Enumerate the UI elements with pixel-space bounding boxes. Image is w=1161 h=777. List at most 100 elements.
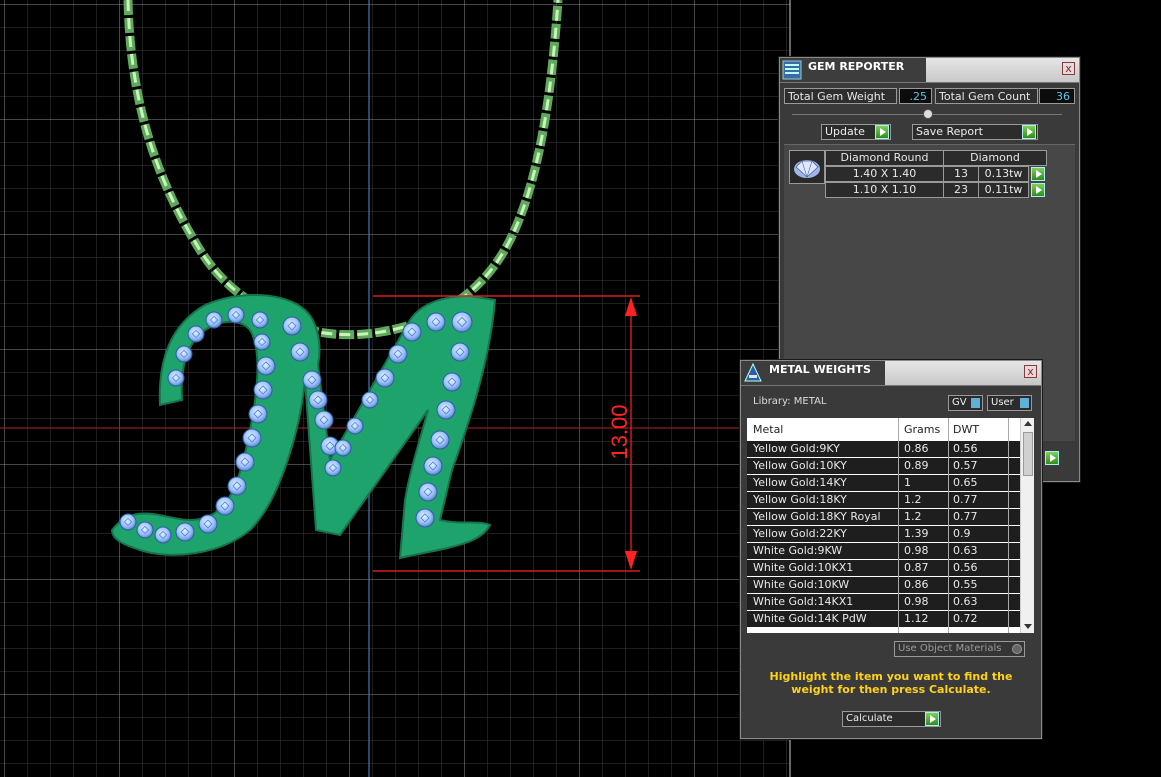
gv-button-label: GV	[952, 397, 967, 408]
metal-weights-tab[interactable]: METAL WEIGHTS	[741, 361, 885, 385]
col-metal[interactable]: Metal	[753, 423, 783, 436]
library-label: Library: METAL	[753, 396, 827, 407]
gem-stone	[198, 514, 218, 534]
gem-reporter-close-button[interactable]: x	[1062, 62, 1075, 75]
dwt-cell: 0.55	[953, 578, 978, 591]
gem-reporter-bottom-button[interactable]	[1045, 451, 1059, 465]
gem-stone	[119, 513, 137, 531]
gem-row-size[interactable]: 1.10 X 1.10	[825, 182, 944, 198]
metal-name-cell: White Gold:14K PdW	[753, 612, 867, 625]
gem-stone	[167, 369, 185, 387]
metal-name-cell: Yellow Gold:10KY	[753, 459, 847, 472]
scroll-thumb[interactable]	[1023, 432, 1033, 476]
metal-table-row[interactable]: Yellow Gold:18KY 1.2 0.77	[747, 491, 1021, 508]
metal-weights-icon	[744, 363, 762, 382]
grams-cell: 1.2	[904, 510, 922, 523]
dwt-cell: 0.63	[953, 544, 978, 557]
gem-stone	[227, 306, 245, 324]
gem-stone	[253, 333, 271, 351]
user-button-label: User	[991, 397, 1014, 408]
gem-stone	[253, 380, 273, 400]
metal-table-row[interactable]: White Gold:14KX1 0.98 0.63	[747, 593, 1021, 610]
gem-stone	[442, 372, 462, 392]
gem-row-size[interactable]: 1.40 X 1.40	[825, 166, 944, 182]
dwt-cell: 0.63	[953, 595, 978, 608]
metal-weights-window[interactable]: METAL WEIGHTS x Library: METAL GV User M…	[740, 360, 1042, 739]
dimension-label: 13.00	[607, 404, 632, 459]
scroll-up-icon[interactable]	[1024, 421, 1032, 426]
grams-cell: 0.87	[904, 561, 929, 574]
metal-weights-titlebar[interactable]: METAL WEIGHTS x	[741, 361, 1041, 386]
grams-cell: 0.86	[904, 442, 929, 455]
gem-stone	[136, 521, 154, 539]
dwt-cell: 0.77	[953, 493, 978, 506]
metal-table-row[interactable]: Yellow Gold:14KY 1 0.65	[747, 474, 1021, 491]
col-dwt[interactable]: DWT	[953, 423, 979, 436]
gem-stone	[248, 404, 268, 424]
metal-table-row[interactable]: White Gold:9KW 0.98 0.63	[747, 542, 1021, 559]
gem-reporter-titlebar[interactable]: GEM REPORTER x	[780, 58, 1079, 83]
gem-reporter-title: GEM REPORTER	[808, 60, 905, 73]
gem-stone	[205, 311, 223, 329]
instruction-text: Highlight the item you want to find the …	[769, 670, 1013, 696]
metal-table-row[interactable]: Yellow Gold:22KY 1.39 0.9	[747, 525, 1021, 542]
user-button[interactable]: User	[987, 395, 1032, 411]
collapse-knob[interactable]	[923, 109, 933, 119]
gem-reporter-icon	[782, 60, 802, 80]
metal-table-row[interactable]: White Gold:10KX1 0.87 0.56	[747, 559, 1021, 576]
gem-group-shape: Diamond Round	[825, 150, 944, 166]
save-report-arrow-icon	[1022, 125, 1036, 139]
col-divider	[898, 418, 899, 633]
grams-cell: 1	[904, 476, 911, 489]
metal-name-cell: Yellow Gold:18KY	[753, 493, 847, 506]
gem-row-select-button[interactable]	[1031, 183, 1045, 197]
metal-table[interactable]: Metal Grams DWT Yellow Gold:9KY 0.86 0.56 Y…	[747, 418, 1034, 633]
save-report-button-label: Save Report	[916, 125, 983, 138]
gem-row-count: 13	[943, 166, 979, 182]
total-gem-weight-value: .25	[899, 88, 932, 104]
grams-cell: 0.98	[904, 544, 929, 557]
metal-name-cell: White Gold:10KX1	[753, 561, 854, 574]
gem-stone	[375, 368, 395, 388]
total-gem-weight-label: Total Gem Weight	[784, 88, 897, 104]
col-divider	[948, 418, 949, 633]
diamond-round-thumbnail[interactable]	[789, 150, 825, 184]
total-gem-count-value: 36	[1039, 88, 1075, 104]
gv-button[interactable]: GV	[948, 395, 983, 411]
metal-table-row[interactable]: White Gold:14K PdW 1.12 0.72	[747, 610, 1021, 627]
metal-name-cell: White Gold:9KW	[753, 544, 843, 557]
use-object-materials-button[interactable]: Use Object Materials	[894, 641, 1025, 657]
grams-cell: 0.89	[904, 459, 929, 472]
user-info-icon	[1020, 398, 1029, 408]
metal-table-row[interactable]: Yellow Gold:18KY Royal 1.2 0.77	[747, 508, 1021, 525]
gem-stone	[227, 476, 247, 496]
gem-stone	[282, 316, 302, 336]
gem-stone	[242, 428, 262, 448]
metal-weights-title: METAL WEIGHTS	[769, 363, 871, 376]
metal-table-row[interactable]: Yellow Gold:10KY 0.89 0.57	[747, 457, 1021, 474]
save-report-button[interactable]: Save Report	[912, 124, 1038, 140]
dwt-cell: 0.56	[953, 561, 978, 574]
gem-row-select-button[interactable]	[1031, 167, 1045, 181]
metal-weights-close-button[interactable]: x	[1024, 365, 1037, 378]
update-arrow-icon	[875, 125, 889, 139]
metal-table-scrollbar[interactable]	[1020, 418, 1034, 633]
gv-info-icon	[971, 398, 980, 408]
metal-table-row[interactable]: White Gold:10KW 0.86 0.55	[747, 576, 1021, 593]
scroll-down-icon[interactable]	[1024, 624, 1032, 629]
gem-stone	[308, 390, 328, 410]
metal-name-cell: Yellow Gold:22KY	[753, 527, 847, 540]
gem-row-weight: 0.13tw	[978, 166, 1029, 182]
gem-stone	[430, 430, 450, 450]
gem-stone	[423, 456, 443, 476]
grams-cell: 0.86	[904, 578, 929, 591]
gem-stone	[450, 342, 470, 362]
col-grams[interactable]: Grams	[904, 423, 940, 436]
calculate-button[interactable]: Calculate	[842, 711, 941, 727]
grams-cell: 1.12	[904, 612, 929, 625]
dwt-cell: 0.56	[953, 442, 978, 455]
gem-stone	[415, 508, 435, 528]
update-button[interactable]: Update	[821, 124, 891, 140]
gem-reporter-tab[interactable]: GEM REPORTER	[780, 58, 926, 82]
metal-table-row[interactable]: Yellow Gold:9KY 0.86 0.56	[747, 440, 1021, 457]
